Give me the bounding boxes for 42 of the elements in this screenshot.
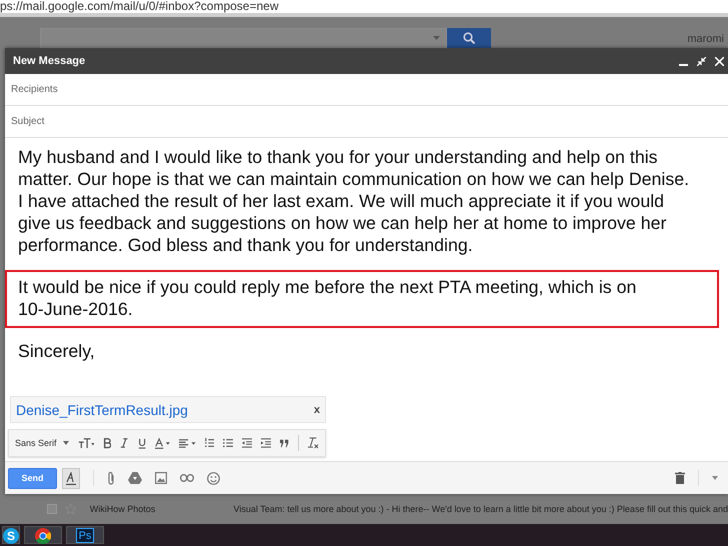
caret-icon[interactable] (712, 476, 718, 480)
window-title: New Message (13, 55, 86, 67)
attachment-chip[interactable]: Denise_FirstTermResult.jpg x (10, 396, 326, 423)
formatting-toggle-button[interactable] (62, 468, 80, 488)
search-icon (463, 32, 475, 44)
highlighted-paragraph: It would be nice if you could reply me before the next PTA meeting, which is on 10-June-2016. (7, 272, 717, 326)
chrome-icon[interactable] (35, 528, 51, 544)
subject-field[interactable]: Subject (5, 106, 728, 138)
quote-icon[interactable] (280, 438, 290, 448)
close-icon[interactable] (715, 56, 724, 66)
emoji-icon[interactable] (207, 472, 220, 484)
numbered-list-icon[interactable] (204, 437, 214, 449)
indent-more-icon[interactable] (261, 437, 272, 449)
recipients-field[interactable]: Recipients (5, 74, 728, 106)
link-icon[interactable] (180, 474, 194, 482)
body-paragraph: Sincerely, (18, 340, 96, 362)
photoshop-icon[interactable]: Ps (76, 528, 94, 543)
collapse-arrows-icon[interactable] (697, 56, 706, 66)
search-button[interactable] (447, 28, 491, 48)
bulleted-list-icon[interactable] (223, 437, 234, 449)
trash-icon[interactable] (675, 472, 685, 484)
message-snippet: Visual Team: tell us more about you :) - Hi there-- We'd love to learn a little bit more about you :) Please fill out this quick and (234, 504, 728, 514)
indent-less-icon[interactable] (242, 437, 252, 449)
sender-name: WikiHow Photos (90, 504, 156, 514)
search-field[interactable] (40, 28, 447, 48)
italic-icon[interactable] (120, 437, 129, 449)
bold-icon[interactable] (103, 437, 112, 449)
body-paragraph: My husband and I would like to thank you for your understanding and help on this matter. Our hope is that we can maintain communication on how we can help Denise. I have attached the result of her last exam. We will much appreciate it if you would give us feedback and suggestions on how we can help her at home to improve her performance. God bless and thank you for understanding. (18, 146, 690, 256)
remove-attachment-button[interactable]: x (314, 404, 320, 416)
row-checkbox[interactable] (47, 504, 56, 514)
clear-formatting-icon[interactable] (308, 436, 320, 450)
text-color-icon[interactable] (155, 436, 170, 450)
attachment-name[interactable]: Denise_FirstTermResult.jpg (16, 402, 188, 418)
font-dropdown[interactable]: Sans Serif (15, 438, 69, 448)
text-size-icon[interactable] (78, 437, 94, 449)
photo-icon[interactable] (155, 472, 167, 484)
underline-icon[interactable] (138, 436, 146, 450)
underlined-letter-icon (66, 472, 76, 484)
caret-icon (433, 36, 440, 40)
align-icon[interactable] (178, 438, 196, 448)
paperclip-icon[interactable] (107, 471, 115, 485)
caret-icon (62, 441, 69, 445)
